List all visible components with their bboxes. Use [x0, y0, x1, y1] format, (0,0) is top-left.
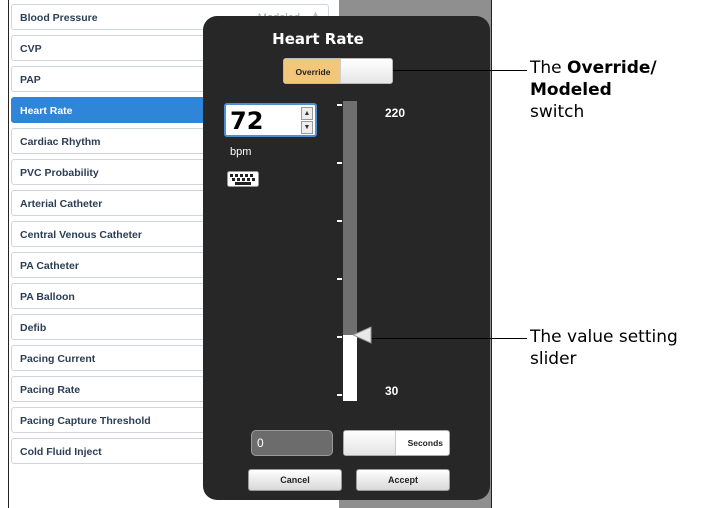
- parameter-label: Cardiac Rhythm: [20, 136, 101, 148]
- callout-switch-suffix: switch: [530, 102, 585, 122]
- callout-switch: The Override/ Modeled switch: [530, 57, 723, 123]
- parameter-label: Pacing Current: [20, 353, 96, 365]
- override-label: Override: [284, 59, 342, 83]
- parameter-label: Defib: [20, 322, 47, 334]
- slider-tick: [337, 220, 342, 222]
- parameter-label: CVP: [20, 43, 42, 55]
- parameter-label: Cold Fluid Inject: [20, 446, 102, 458]
- callout-slider-line1: The value setting: [530, 327, 678, 347]
- unit-label: bpm: [230, 146, 252, 158]
- toggle-knob[interactable]: [344, 431, 396, 455]
- slider-tick: [337, 104, 342, 106]
- slider-handle[interactable]: [351, 325, 373, 349]
- parameter-label: Blood Pressure: [20, 12, 98, 24]
- parameter-label: Central Venous Catheter: [20, 229, 142, 241]
- slider-tick: [337, 336, 342, 338]
- callout-slider: The value setting slider: [530, 326, 678, 370]
- parameter-label: PVC Probability: [20, 167, 99, 179]
- seconds-toggle[interactable]: Seconds: [343, 430, 450, 456]
- override-modeled-switch[interactable]: Override: [283, 58, 393, 84]
- parameter-label: PAP: [20, 74, 41, 86]
- increment-arrow-icon[interactable]: ▲: [301, 107, 313, 120]
- parameter-label: Pacing Capture Threshold: [20, 415, 151, 427]
- decrement-arrow-icon[interactable]: ▼: [301, 121, 313, 134]
- callout-line-slider: [372, 338, 527, 339]
- parameter-label: PA Catheter: [20, 260, 79, 272]
- callout-line-switch: [393, 70, 527, 71]
- dialog-title: Heart Rate: [272, 30, 364, 48]
- duration-input[interactable]: 0: [251, 430, 333, 456]
- heart-rate-value-input[interactable]: 72 ▲ ▼: [224, 103, 317, 137]
- slider-tick: [337, 162, 342, 164]
- slider-max-label: 220: [385, 106, 406, 120]
- parameter-label: PA Balloon: [20, 291, 75, 303]
- switch-knob[interactable]: [340, 59, 392, 83]
- parameter-label: Heart Rate: [20, 105, 73, 117]
- seconds-label: Seconds: [407, 438, 443, 448]
- slider-min-label: 30: [385, 384, 399, 398]
- callout-switch-prefix: The: [530, 58, 568, 78]
- parameter-label: Pacing Rate: [20, 384, 81, 396]
- parameter-label: Arterial Catheter: [20, 198, 103, 210]
- slider-tick: [337, 278, 342, 280]
- heart-rate-dialog: Heart Rate Override 72 ▲ ▼ bpm 220 30 0 …: [203, 16, 490, 500]
- accept-button[interactable]: Accept: [356, 469, 450, 491]
- heart-rate-value: 72: [230, 107, 264, 135]
- slider-tick: [337, 394, 342, 396]
- cancel-button[interactable]: Cancel: [248, 469, 342, 491]
- callout-slider-line2: slider: [530, 349, 577, 369]
- keyboard-icon[interactable]: [227, 171, 259, 192]
